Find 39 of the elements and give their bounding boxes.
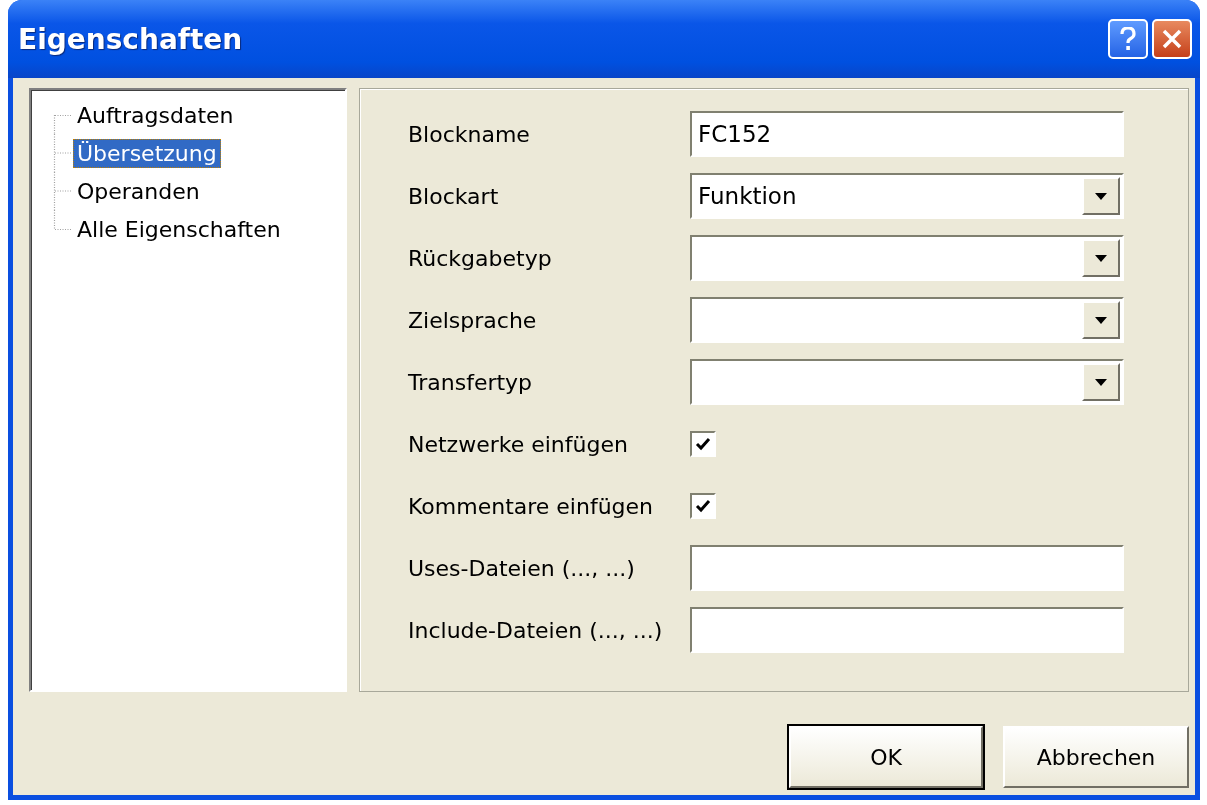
- tree-item[interactable]: Übersetzung: [73, 138, 221, 168]
- dropdown-button[interactable]: [1082, 363, 1120, 401]
- checkmark-icon: [695, 499, 711, 513]
- text-field[interactable]: [690, 545, 1124, 591]
- caret-icon: [1095, 378, 1107, 386]
- field-label: Uses-Dateien (..., ...): [408, 555, 636, 581]
- field-label: Netzwerke einfügen: [408, 431, 629, 457]
- field-label: Blockart: [408, 183, 500, 209]
- text-field[interactable]: FC152: [690, 111, 1124, 157]
- close-button[interactable]: [1152, 19, 1192, 59]
- field-label: Transfertyp: [408, 369, 534, 395]
- tree-item[interactable]: Alle Eigenschaften: [73, 214, 285, 244]
- field-label: Zielsprache: [408, 307, 538, 333]
- field-label: Rückgabetyp: [408, 245, 553, 271]
- caret-icon: [1095, 192, 1107, 200]
- window-title: Eigenschaften: [18, 22, 243, 56]
- dropdown-button[interactable]: [1082, 301, 1120, 339]
- ok-button[interactable]: OK: [789, 726, 983, 788]
- field-label: Kommentare einfügen: [408, 493, 655, 519]
- caret-icon: [1095, 316, 1107, 324]
- field-label: Blockname: [408, 121, 531, 147]
- dropdown-field[interactable]: [690, 235, 1124, 281]
- close-icon: [1161, 28, 1183, 50]
- dropdown-field[interactable]: Funktion: [690, 173, 1124, 219]
- text-field[interactable]: [690, 607, 1124, 653]
- cancel-button[interactable]: Abbrechen: [1003, 726, 1189, 788]
- checkbox[interactable]: [690, 431, 716, 457]
- checkbox[interactable]: [690, 493, 716, 519]
- help-button[interactable]: [1108, 19, 1148, 59]
- tree-item[interactable]: Auftragsdaten: [73, 100, 238, 130]
- field-label: Include-Dateien (..., ...): [408, 617, 664, 643]
- tree-item[interactable]: Operanden: [73, 176, 204, 206]
- dropdown-field[interactable]: [690, 359, 1124, 405]
- dropdown-button[interactable]: [1082, 239, 1120, 277]
- checkmark-icon: [695, 437, 711, 451]
- caret-icon: [1095, 254, 1107, 262]
- dropdown-field[interactable]: [690, 297, 1124, 343]
- help-icon: [1120, 27, 1136, 51]
- dropdown-button[interactable]: [1082, 177, 1120, 215]
